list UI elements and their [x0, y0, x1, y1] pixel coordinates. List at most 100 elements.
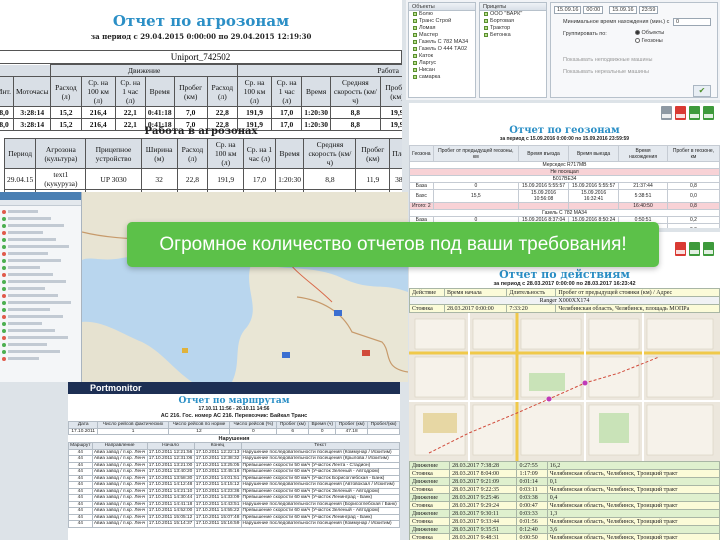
map-tree-item[interactable]: [2, 271, 81, 278]
checkbox-icon[interactable]: [484, 11, 488, 16]
checkbox-icon[interactable]: [413, 18, 417, 23]
map-tree-item[interactable]: [2, 299, 81, 306]
excel-xlsx-icon[interactable]: [703, 106, 714, 120]
map-tree-item[interactable]: [2, 243, 81, 250]
map-tree-item[interactable]: [2, 327, 81, 334]
table-header-cell: Агрозона (культура): [35, 138, 87, 169]
vehicle-marker[interactable]: [334, 310, 342, 316]
checkbox-icon[interactable]: [413, 53, 417, 58]
table-cell: 191,9: [207, 168, 245, 190]
pdf-icon[interactable]: [675, 106, 686, 120]
object-item[interactable]: Ломая: [409, 25, 475, 32]
trailer-item[interactable]: Трактор: [480, 25, 546, 32]
checkbox-icon[interactable]: [484, 32, 488, 37]
date-from-field[interactable]: 15.09.16: [554, 6, 582, 14]
object-item[interactable]: Ларгус: [409, 60, 475, 67]
table-cell: Движение: [409, 461, 451, 470]
check-stationary[interactable]: Показывать неподвижные машины: [563, 57, 653, 63]
stop-marker[interactable]: [582, 380, 588, 386]
excel-icon[interactable]: [689, 106, 700, 120]
object-item[interactable]: Транс Строй: [409, 18, 475, 25]
vehicle-marker[interactable]: [282, 352, 290, 358]
map-tree-item-bar: [8, 350, 60, 353]
route-report: Portmonitor Отчет по маршрутам 17.10.11 …: [68, 382, 400, 540]
table-row: Движение 28.03.2017 7:38:28 0:27:55 16,2: [409, 461, 720, 470]
time-to-field[interactable]: 23:59: [638, 6, 659, 14]
table-header-cell: Время: [274, 138, 305, 169]
table-cell: Авиа завод / п.кр. Ленч: [91, 461, 148, 469]
date-to-field[interactable]: 15.09.16: [609, 6, 637, 14]
map-tree-item[interactable]: [2, 292, 81, 299]
map-tree-item[interactable]: [2, 313, 81, 320]
map-tree-item[interactable]: [2, 320, 81, 327]
table-cell: 17.10.2011 15:14:37: [146, 520, 195, 528]
object-item[interactable]: Каток: [409, 53, 475, 60]
radio-geofences[interactable]: Геозоны: [635, 38, 663, 44]
object-item[interactable]: Болю: [409, 11, 475, 18]
map-tree-item[interactable]: [2, 264, 81, 271]
min-time-input[interactable]: 0: [673, 18, 711, 26]
object-item[interactable]: Газель С 782 МА34: [409, 39, 475, 46]
apply-icon[interactable]: ✔: [693, 85, 711, 97]
table-header-cell: Ср. на 1 час (л): [114, 76, 146, 107]
map-tree-item[interactable]: [2, 208, 81, 215]
checkbox-icon[interactable]: [413, 25, 417, 30]
map-tree-item[interactable]: [2, 334, 81, 341]
trailer-item[interactable]: Бортовая: [480, 18, 546, 25]
agrozone-report: Отчет по агрозонам за период с 29.04.201…: [0, 0, 402, 192]
act-unit: Ranger X000XX174: [409, 296, 720, 305]
radio-objects[interactable]: Объекты: [635, 30, 664, 36]
checkbox-icon[interactable]: [413, 11, 417, 16]
table-header-cell: Ср. на 100 км (л): [207, 138, 245, 169]
vehicle-marker[interactable]: [362, 350, 370, 356]
table-header-cell: Время: [301, 76, 331, 107]
map-tree-item[interactable]: [2, 250, 81, 257]
table-cell: UP 3030: [85, 168, 142, 190]
checkbox-icon[interactable]: [484, 18, 488, 23]
table-cell: Стоянка: [409, 533, 451, 540]
checkbox-icon[interactable]: [484, 25, 488, 30]
table-cell: Превышение скорости 60 км/ч (Участок Зел…: [240, 507, 400, 515]
act-pdf-icon[interactable]: [675, 242, 686, 256]
time-from-field[interactable]: 00:00: [583, 6, 604, 14]
map-tree-item[interactable]: [2, 278, 81, 285]
checkbox-icon[interactable]: [413, 39, 417, 44]
checkbox-icon[interactable]: [413, 32, 417, 37]
map-tree-item[interactable]: [2, 341, 81, 348]
map-tree-item[interactable]: [2, 215, 81, 222]
check-unreal[interactable]: Показывать нереальные машины: [563, 69, 649, 75]
map-tree-item[interactable]: [2, 222, 81, 229]
object-item[interactable]: Мастер: [409, 32, 475, 39]
checkbox-icon[interactable]: [413, 46, 417, 51]
map-tree-item[interactable]: [2, 355, 81, 362]
object-item[interactable]: Нисан: [409, 67, 475, 74]
table-cell: 0: [229, 427, 278, 435]
trailer-item[interactable]: Бетонка: [480, 32, 546, 39]
table-cell: 11,9: [355, 168, 391, 190]
table-cell: Авиа завод / п.кр. Ленч: [91, 507, 148, 515]
act-excel-icon[interactable]: [689, 242, 700, 256]
map-tree-item[interactable]: [2, 348, 81, 355]
object-item[interactable]: самарка: [409, 74, 475, 81]
map-tree-item[interactable]: [2, 285, 81, 292]
checkbox-icon[interactable]: [413, 67, 417, 72]
map-tree-item[interactable]: [2, 257, 81, 264]
act-excel-xlsx-icon[interactable]: [703, 242, 714, 256]
table-header-cell: Пробег (км): [379, 76, 402, 107]
map-tree-item[interactable]: [2, 229, 81, 236]
table-cell: 12: [167, 427, 231, 435]
print-icon[interactable]: [661, 106, 672, 120]
map-canvas[interactable]: [82, 192, 408, 382]
act-map[interactable]: [409, 313, 720, 461]
map-tree-item[interactable]: [2, 236, 81, 243]
vehicle-marker[interactable]: [182, 348, 188, 353]
list-item-label: Болю: [419, 11, 433, 17]
object-item[interactable]: Газель О 444 ТА02: [409, 46, 475, 53]
checkbox-icon[interactable]: [413, 74, 417, 79]
status-dot-icon: [2, 223, 6, 228]
trailer-item[interactable]: ООО "ВАРК": [480, 11, 546, 18]
checkbox-icon[interactable]: [413, 60, 417, 65]
map-tree-item[interactable]: [2, 306, 81, 313]
table-cell: 17.10.2011 13:21:00: [146, 461, 195, 469]
stop-marker[interactable]: [546, 396, 552, 402]
